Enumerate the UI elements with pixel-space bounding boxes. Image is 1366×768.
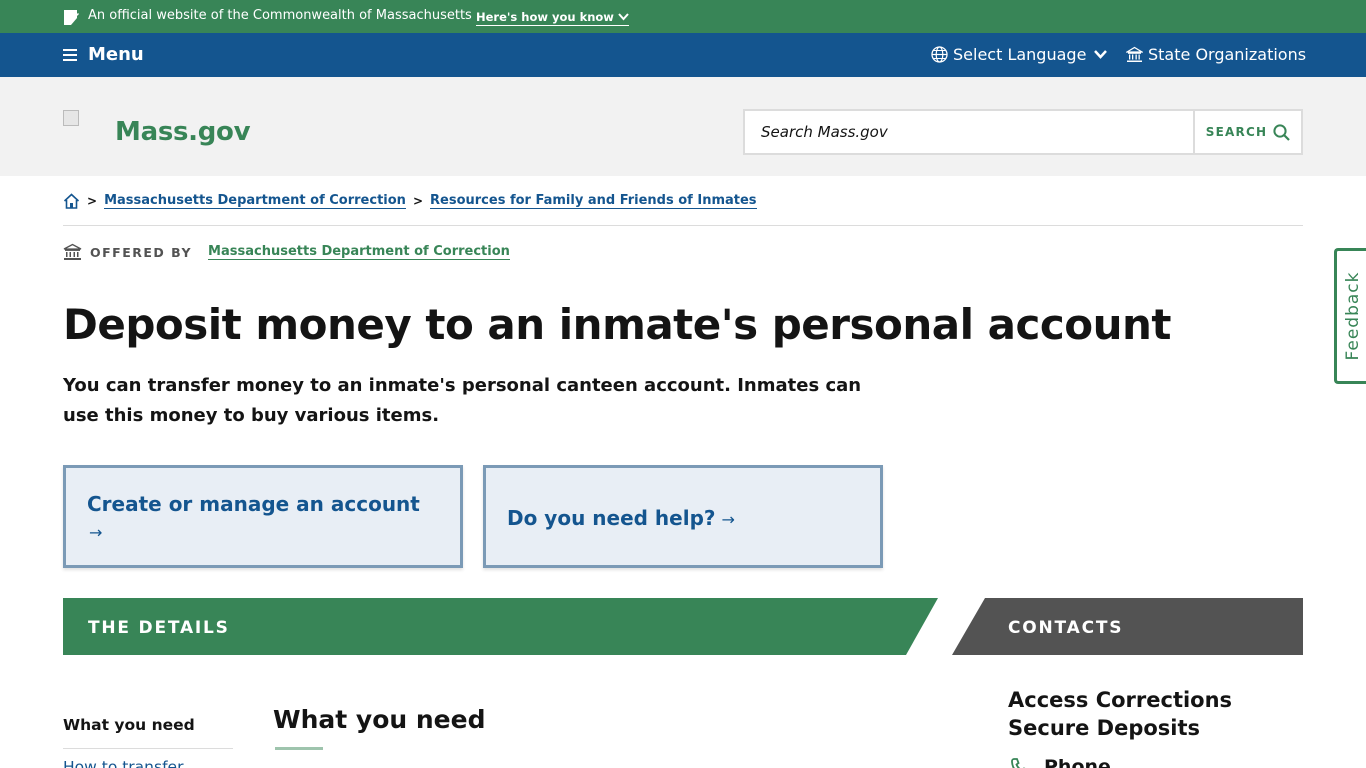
home-icon[interactable] (63, 193, 80, 209)
offered-by-label: OFFERED BY (90, 244, 193, 260)
arrow-right-icon: → (721, 510, 735, 529)
breadcrumb-divider (63, 225, 1303, 226)
chevron-down-icon (618, 10, 629, 24)
search-form: SEARCH (743, 109, 1303, 155)
section-underline (275, 747, 323, 750)
search-input[interactable] (745, 111, 1193, 153)
contact-phone-label: Phone (1044, 756, 1111, 768)
globe-icon (931, 46, 948, 63)
hamburger-icon (63, 48, 77, 61)
details-band: THE DETAILS (63, 598, 939, 655)
details-band-label: THE DETAILS (88, 618, 230, 638)
caret-down-icon (1094, 50, 1108, 59)
toc-divider (63, 748, 233, 749)
breadcrumb-link-department[interactable]: Massachusetts Department of Correction (104, 193, 406, 209)
contacts-band-label: CONTACTS (1008, 618, 1124, 638)
phone-icon (1011, 758, 1026, 768)
site-name-link[interactable]: Mass.gov (115, 117, 251, 147)
official-site-banner: An official website of the Commonwealth … (0, 0, 1366, 33)
page-lede: You can transfer money to an inmate's pe… (63, 375, 862, 426)
menu-label: Menu (88, 44, 144, 65)
heres-how-you-know-button[interactable]: Here's how you know (476, 10, 629, 26)
toc-item-how-to-transfer[interactable]: How to transfer (63, 758, 183, 768)
create-account-button[interactable]: Create or manage an account → (63, 465, 463, 568)
create-account-label: Create or manage an account (87, 492, 420, 516)
contacts-band-shape (952, 598, 1303, 655)
arrow-right-icon: → (89, 523, 103, 542)
search-icon (1273, 123, 1290, 141)
section-title: What you need (273, 705, 486, 734)
contact-phone: Phone (1010, 756, 1111, 768)
utility-nav: Menu Select Language State Organizations (0, 33, 1366, 77)
feedback-label: Feedback (1342, 271, 1363, 361)
search-button[interactable]: SEARCH (1193, 111, 1301, 153)
site-header: Mass.gov SEARCH (0, 77, 1366, 176)
breadcrumb-link-family-resources[interactable]: Resources for Family and Friends of Inma… (430, 193, 757, 209)
mass-gov-logo-icon[interactable] (63, 110, 79, 126)
breadcrumb-separator-icon: > (412, 194, 424, 208)
select-language-button[interactable]: Select Language (931, 45, 1112, 64)
breadcrumb: > Massachusetts Department of Correction… (63, 193, 757, 209)
page-title: Deposit money to an inmate's personal ac… (63, 300, 1171, 349)
menu-button[interactable]: Menu (63, 44, 144, 65)
offered-by: OFFERED BY Massachusetts Department of C… (63, 243, 510, 261)
official-site-text: An official website of the Commonwealth … (88, 8, 472, 23)
contacts-band: CONTACTS (952, 598, 1303, 655)
building-icon (1126, 46, 1143, 62)
feedback-tab[interactable]: Feedback (1334, 248, 1366, 384)
breadcrumb-separator-icon: > (87, 194, 98, 208)
building-icon (63, 243, 82, 260)
toc-item-what-you-need[interactable]: What you need (63, 716, 195, 734)
state-organizations-label: State Organizations (1148, 45, 1307, 64)
select-language-label: Select Language (953, 45, 1087, 64)
heres-how-you-know-label: Here's how you know (476, 10, 614, 24)
need-help-button[interactable]: Do you need help? → (483, 465, 883, 568)
contact-name: Access Corrections Secure Deposits (1008, 688, 1233, 740)
search-button-label: SEARCH (1205, 125, 1268, 139)
offered-by-org-link[interactable]: Massachusetts Department of Correction (208, 244, 510, 260)
massachusetts-seal-icon (64, 10, 79, 25)
state-organizations-button[interactable]: State Organizations (1126, 45, 1306, 64)
need-help-label: Do you need help? (507, 506, 716, 530)
